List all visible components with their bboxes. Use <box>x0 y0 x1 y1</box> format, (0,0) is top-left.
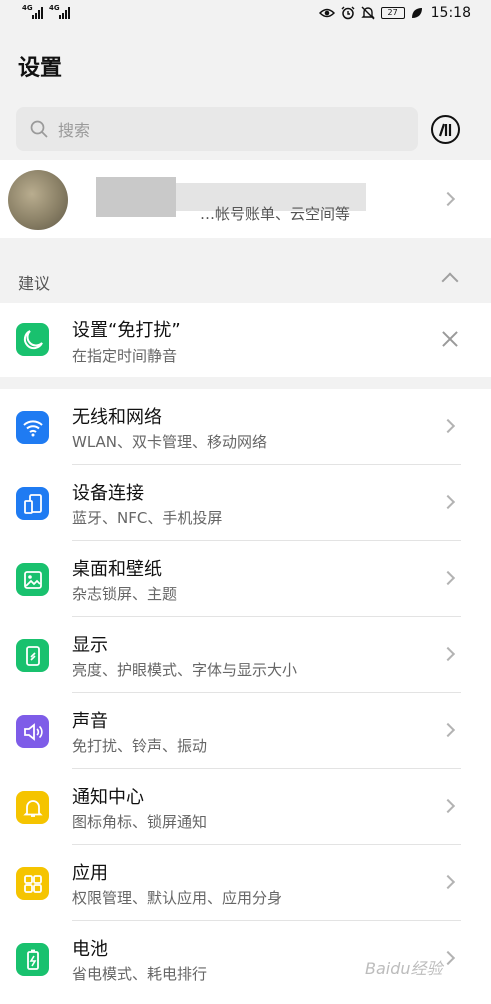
search-input[interactable]: 搜索 <box>16 107 418 151</box>
account-card[interactable]: …帐号账单、云空间等 <box>0 160 491 238</box>
status-bar: 4G 4G 27 15:18 <box>0 0 491 26</box>
mute-bell-icon <box>360 6 375 20</box>
menu-item-title: 电池 <box>72 939 108 960</box>
clock: 15:18 <box>430 5 471 21</box>
chevron-right-icon <box>440 722 456 738</box>
battery-saver-icon <box>16 943 49 976</box>
watermark: Baidu经验 <box>365 959 443 978</box>
menu-item-subtitle: 杂志锁屏、主题 <box>72 585 178 603</box>
page-title: 设置 <box>18 56 63 81</box>
eye-comfort-icon <box>318 8 335 18</box>
signal-icon: 4G <box>22 4 43 19</box>
menu-item-subtitle: 权限管理、默认应用、应用分身 <box>72 889 283 907</box>
avatar <box>8 170 68 230</box>
bell-icon <box>16 791 49 824</box>
menu-item-subtitle: 亮度、护眼模式、字体与显示大小 <box>72 661 298 679</box>
menu-item-wireless[interactable]: 无线和网络 WLAN、双卡管理、移动网络 <box>0 389 491 465</box>
menu-item-title: 设备连接 <box>72 483 144 504</box>
wallpaper-icon <box>16 563 49 596</box>
menu-item-subtitle: 图标角标、锁屏通知 <box>72 813 208 831</box>
moon-icon <box>16 323 49 356</box>
hivision-icon <box>438 123 451 136</box>
menu-item-notifications[interactable]: 通知中心 图标角标、锁屏通知 <box>0 769 491 845</box>
wifi-icon <box>16 411 49 444</box>
account-description: …帐号账单、云空间等 <box>200 205 351 223</box>
menu-item-title: 桌面和壁纸 <box>72 559 162 580</box>
suggestion-card[interactable]: 设置“免打扰” 在指定时间静音 <box>0 303 491 377</box>
menu-item-title: 通知中心 <box>72 787 144 808</box>
search-placeholder: 搜索 <box>58 121 91 140</box>
chevron-right-icon <box>440 570 456 586</box>
search-icon <box>30 120 48 138</box>
menu-item-home-wallpaper[interactable]: 桌面和壁纸 杂志锁屏、主题 <box>0 541 491 617</box>
section-label-suggestions: 建议 <box>18 274 51 293</box>
sound-icon <box>16 715 49 748</box>
chevron-right-icon <box>440 950 456 966</box>
device-connect-icon <box>16 487 49 520</box>
chevron-right-icon <box>440 191 456 207</box>
apps-icon <box>16 867 49 900</box>
menu-item-display[interactable]: 显示 亮度、护眼模式、字体与显示大小 <box>0 617 491 693</box>
display-icon <box>16 639 49 672</box>
signal-group: 4G 4G <box>22 4 70 19</box>
menu-item-title: 无线和网络 <box>72 407 162 428</box>
menu-item-subtitle: 免打扰、铃声、振动 <box>72 737 208 755</box>
status-icons: 27 15:18 <box>318 5 471 21</box>
menu-item-title: 显示 <box>72 635 108 656</box>
menu-item-apps[interactable]: 应用 权限管理、默认应用、应用分身 <box>0 845 491 921</box>
menu-item-title: 声音 <box>72 711 108 732</box>
menu-item-subtitle: 蓝牙、NFC、手机投屏 <box>72 509 223 527</box>
leaf-icon <box>411 8 422 18</box>
settings-list: 无线和网络 WLAN、双卡管理、移动网络 设备连接 蓝牙、NFC、手机投屏 桌面… <box>0 389 491 1004</box>
chevron-right-icon <box>440 494 456 510</box>
suggestion-title: 设置“免打扰” <box>72 320 181 341</box>
menu-item-subtitle: WLAN、双卡管理、移动网络 <box>72 433 268 451</box>
network-type-label: 4G <box>49 4 60 12</box>
chevron-up-icon[interactable] <box>441 272 459 290</box>
redacted-name <box>96 177 176 217</box>
suggestion-subtitle: 在指定时间静音 <box>72 347 178 365</box>
chevron-right-icon <box>440 646 456 662</box>
menu-item-sound[interactable]: 声音 免打扰、铃声、振动 <box>0 693 491 769</box>
hivision-button[interactable] <box>431 115 460 144</box>
battery-icon: 27 <box>380 7 405 19</box>
chevron-right-icon <box>440 798 456 814</box>
chevron-right-icon <box>440 874 456 890</box>
dismiss-suggestion-button[interactable] <box>441 330 459 348</box>
menu-item-subtitle: 省电模式、耗电排行 <box>72 965 208 983</box>
alarm-icon <box>341 6 355 20</box>
menu-item-title: 应用 <box>72 863 108 884</box>
suggestion-item[interactable]: 设置“免打扰” 在指定时间静音 <box>0 303 491 377</box>
signal-icon: 4G <box>49 4 70 19</box>
network-type-label: 4G <box>22 4 33 12</box>
chevron-right-icon <box>440 418 456 434</box>
menu-item-device-connection[interactable]: 设备连接 蓝牙、NFC、手机投屏 <box>0 465 491 541</box>
